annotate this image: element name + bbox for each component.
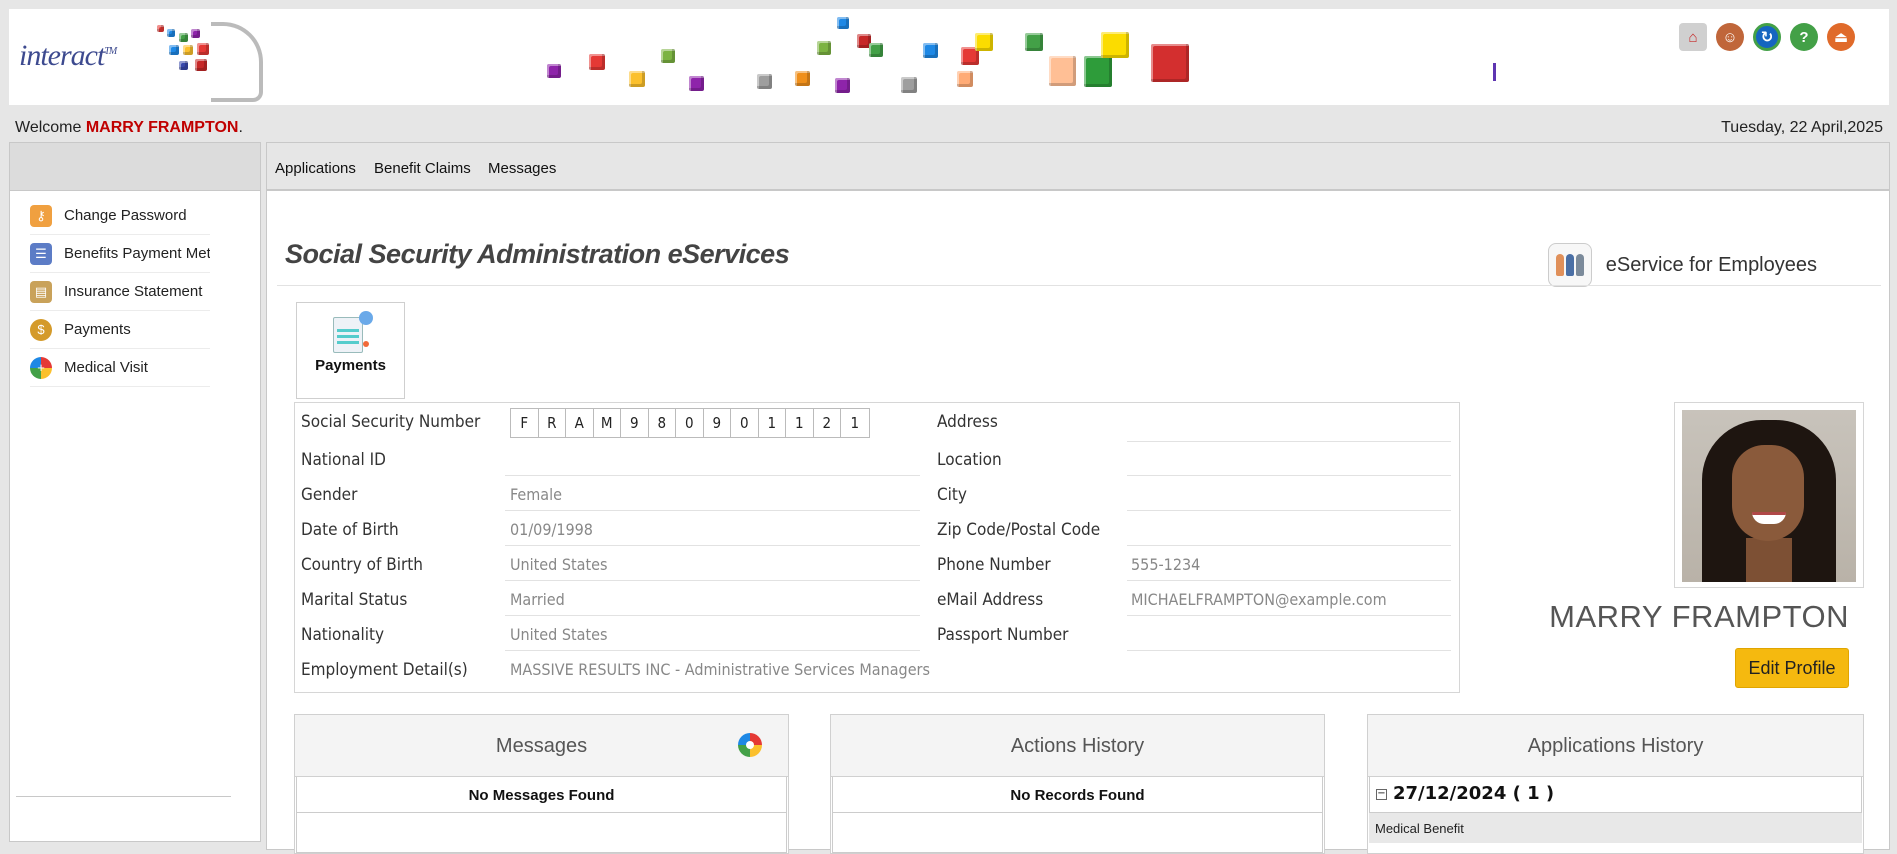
logo-text: interact bbox=[19, 39, 105, 72]
messages-empty-text: No Messages Found bbox=[296, 777, 787, 813]
field-gender: Gender Female bbox=[295, 476, 920, 511]
sidebar-header bbox=[10, 143, 260, 191]
title-divider bbox=[277, 285, 1881, 286]
sidebar-divider bbox=[16, 796, 231, 797]
main-content: Social Security Administration eServices… bbox=[266, 190, 1890, 854]
messages-refresh-icon[interactable] bbox=[738, 733, 762, 757]
field-email-address: eMail Address MICHAELFRAMPTON@example.com bbox=[935, 581, 1459, 616]
eservice-label[interactable]: eService for Employees bbox=[1547, 243, 1817, 287]
welcome-user-name: MARRY FRAMPTON bbox=[85, 119, 239, 136]
sidebar-item-payments[interactable]: $ Payments bbox=[30, 311, 210, 349]
messages-panel-header: Messages bbox=[295, 715, 788, 777]
ssn-boxes: FRAM980901121 bbox=[510, 408, 870, 438]
applications-group-label: 27/12/2024 ( 1 ) bbox=[1393, 783, 1555, 804]
key-user-icon: ⚷ bbox=[30, 204, 52, 227]
field-zip-code: Zip Code/Postal Code bbox=[935, 511, 1459, 546]
collapse-toggle-icon[interactable]: − bbox=[1376, 788, 1387, 800]
field-date-of-birth: Date of Birth 01/09/1998 bbox=[295, 511, 920, 546]
field-location: Location bbox=[935, 441, 1459, 476]
nav-messages[interactable]: Messages bbox=[488, 160, 556, 177]
header-banner: interactTM ⌂ ☺ ↻ ? ⏏ bbox=[9, 9, 1889, 105]
field-country-of-birth: Country of Birth United States bbox=[295, 546, 920, 581]
header-toolbar: ⌂ ☺ ↻ ? ⏏ bbox=[1679, 23, 1855, 51]
sidebar-item-change-password[interactable]: ⚷ Change Password bbox=[30, 197, 210, 235]
sidebar-item-insurance-statement[interactable]: ▤ Insurance Statement bbox=[30, 273, 210, 311]
profile-info-table: Social Security Number FRAM980901121 Nat… bbox=[294, 402, 1460, 693]
eservice-text: eService for Employees bbox=[1605, 253, 1817, 276]
applications-history-title: Applications History bbox=[1368, 715, 1863, 777]
nav-applications[interactable]: Applications bbox=[275, 160, 356, 177]
interact-logo: interactTM bbox=[19, 17, 269, 105]
field-city: City bbox=[935, 476, 1459, 511]
refresh-icon[interactable]: ↻ bbox=[1753, 23, 1781, 51]
field-address: Address bbox=[935, 403, 1459, 442]
sidebar-item-label: Change Password bbox=[64, 207, 187, 224]
field-employment-details: Employment Detail(s) MASSIVE RESULTS INC … bbox=[301, 660, 930, 680]
statement-icon: ▤ bbox=[30, 280, 52, 303]
sidebar-item-label: Insurance Statement bbox=[64, 283, 203, 300]
form-icon: ☰ bbox=[30, 242, 52, 265]
logout-icon[interactable]: ⏏ bbox=[1827, 23, 1855, 51]
application-item[interactable]: Medical Benefit bbox=[1369, 813, 1862, 843]
sidebar-item-label: Benefits Payment Method bbox=[64, 245, 210, 262]
medical-icon: + bbox=[30, 356, 52, 379]
tax-payments-icon bbox=[329, 311, 373, 355]
profile-photo bbox=[1682, 410, 1856, 582]
edit-profile-button[interactable]: Edit Profile bbox=[1735, 648, 1849, 688]
sidebar-menu: ⚷ Change Password ☰ Benefits Payment Metho… bbox=[10, 197, 210, 387]
messages-panel-title: Messages bbox=[495, 735, 588, 757]
actions-empty-text: No Records Found bbox=[832, 777, 1323, 813]
sidebar-item-label: Medical Visit bbox=[64, 359, 148, 376]
welcome-text: Welcome MARRY FRAMPTON. bbox=[15, 119, 243, 136]
field-passport-number: Passport Number bbox=[935, 616, 1459, 651]
applications-group-row[interactable]: −27/12/2024 ( 1 ) bbox=[1369, 777, 1862, 813]
sidebar-item-label: Payments bbox=[64, 321, 131, 338]
employees-icon bbox=[1547, 243, 1592, 287]
nav-benefit-claims[interactable]: Benefit Claims bbox=[374, 160, 471, 177]
help-icon[interactable]: ? bbox=[1790, 23, 1818, 51]
sidebar-item-benefits-payment-method[interactable]: ☰ Benefits Payment Method bbox=[30, 235, 210, 273]
logo-tm: TM bbox=[104, 46, 117, 57]
field-marital-status: Marital Status Married bbox=[295, 581, 920, 616]
home-icon[interactable]: ⌂ bbox=[1679, 23, 1707, 51]
payments-tile[interactable]: Payments bbox=[296, 302, 405, 399]
actions-history-panel: Actions History No Records Found bbox=[830, 714, 1325, 854]
ssn-label: Social Security Number bbox=[301, 412, 481, 432]
field-nationality: Nationality United States bbox=[295, 616, 920, 651]
top-nav: Applications Benefit Claims Messages bbox=[266, 142, 1890, 190]
field-phone-number: Phone Number 555-1234 bbox=[935, 546, 1459, 581]
sidebar-item-medical-visit[interactable]: + Medical Visit bbox=[30, 349, 210, 387]
field-national-id: National ID bbox=[295, 441, 920, 476]
actions-history-title: Actions History bbox=[831, 715, 1324, 777]
current-date: Tuesday, 22 April,2025 bbox=[1721, 119, 1883, 136]
money-bag-icon: $ bbox=[30, 318, 52, 341]
profile-name: MARRY FRAMPTON bbox=[1549, 599, 1849, 634]
messages-panel: Messages No Messages Found bbox=[294, 714, 789, 854]
welcome-bar: Welcome MARRY FRAMPTON. Tuesday, 22 Apri… bbox=[0, 114, 1897, 142]
applications-history-panel: Applications History −27/12/2024 ( 1 ) M… bbox=[1367, 714, 1864, 854]
sidebar: ⚷ Change Password ☰ Benefits Payment Metho… bbox=[9, 142, 261, 842]
page-title: Social Security Administration eServices bbox=[285, 239, 790, 269]
payments-tile-label: Payments bbox=[315, 357, 386, 374]
user-icon[interactable]: ☺ bbox=[1716, 23, 1744, 51]
profile-photo-frame bbox=[1674, 402, 1864, 588]
ssn-row: Social Security Number FRAM980901121 bbox=[295, 403, 895, 438]
